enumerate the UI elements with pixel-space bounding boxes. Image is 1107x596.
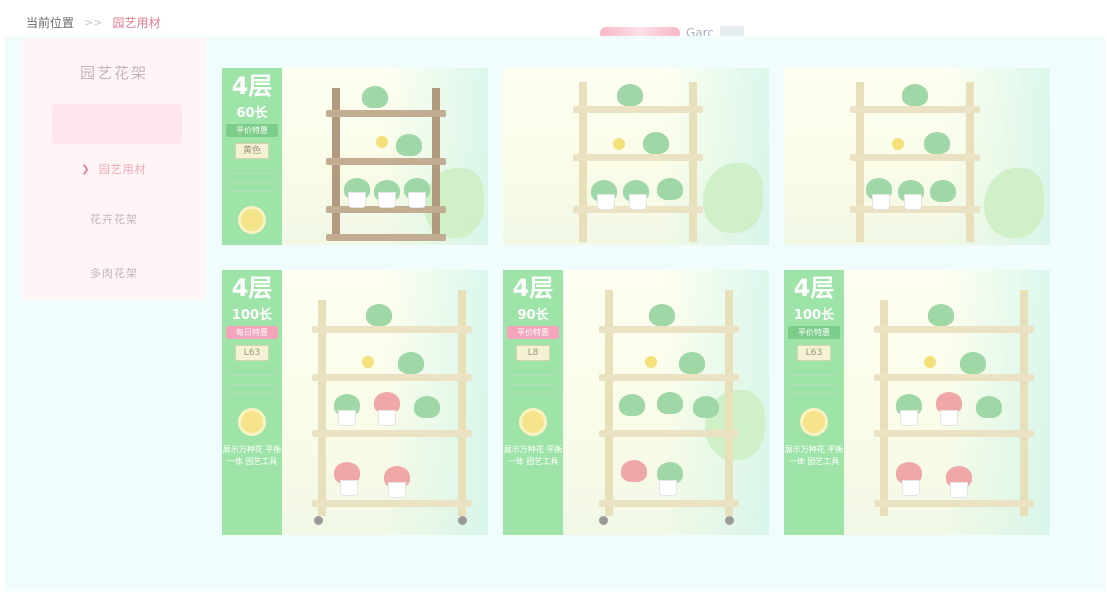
- promo-tag: 平价特惠: [507, 326, 559, 339]
- tier-count: 4层: [793, 274, 835, 302]
- product-card[interactable]: 4层 90长 平价特惠 L8 展示万种花 平衡一体 园艺工具: [503, 270, 769, 535]
- product-card[interactable]: 4层 60长 平价特惠 黄色: [222, 68, 488, 245]
- sidebar-item-succulent-stand[interactable]: 多肉花架: [22, 258, 206, 288]
- spec-list: [510, 367, 556, 396]
- shelf-illustration: [599, 290, 739, 526]
- promo-footer-text: 展示万种花 平衡一体 园艺工具: [784, 445, 844, 466]
- length-label: 90长: [517, 308, 549, 323]
- tier-count: 4层: [231, 72, 273, 100]
- breadcrumb-label: 当前位置: [26, 16, 75, 30]
- promo-banner: 4层 60长 平价特惠 黄色: [222, 68, 282, 245]
- spec-list: [791, 367, 837, 396]
- sun-icon: [238, 408, 266, 436]
- size-badge: L8: [516, 345, 550, 361]
- length-label: 100长: [231, 308, 273, 323]
- promo-footer-text: 展示万种花 平衡一体 园艺工具: [222, 445, 282, 466]
- product-card[interactable]: [503, 68, 769, 245]
- foliage: [703, 163, 763, 233]
- shelf-illustration: [326, 86, 446, 243]
- promo-tag: 平价特惠: [788, 326, 840, 339]
- shelf-illustration: [874, 290, 1034, 526]
- tier-count: 4层: [512, 274, 554, 302]
- sun-icon: [519, 408, 547, 436]
- category-sidebar: 园艺花架 ❯ 园艺用材 花卉花架 多肉花架: [22, 38, 206, 300]
- sidebar-banner: [52, 104, 182, 144]
- promo-tag: 平价特惠: [226, 124, 278, 137]
- length-label: 60长: [236, 106, 268, 121]
- product-card[interactable]: 4层 100长 平价特惠 L63 展示万种花 平衡一体 园艺工具: [784, 270, 1050, 535]
- sidebar-title: 园艺花架: [79, 64, 148, 82]
- spec-list: [229, 165, 275, 194]
- foliage: [984, 168, 1044, 238]
- breadcrumb-current[interactable]: 园艺用材: [112, 14, 160, 31]
- chevron-right-icon: ❯: [81, 163, 91, 175]
- sidebar-item-flower-stand[interactable]: 花卉花架: [22, 204, 206, 234]
- promo-banner: 4层 90长 平价特惠 L8 展示万种花 平衡一体 园艺工具: [503, 270, 563, 535]
- sidebar-item-label: 多肉花架: [90, 267, 138, 280]
- sidebar-item-label: 园艺用材: [98, 163, 147, 176]
- tier-count: 4层: [231, 274, 273, 302]
- product-card[interactable]: [784, 68, 1050, 245]
- spec-list: [229, 367, 275, 396]
- promo-footer-text: 展示万种花 平衡一体 园艺工具: [503, 445, 563, 466]
- size-badge: L63: [797, 345, 831, 361]
- shelf-illustration: [850, 82, 980, 242]
- sun-icon: [800, 408, 828, 436]
- color-badge: 黄色: [235, 143, 269, 159]
- shelf-illustration: [312, 290, 472, 526]
- promo-banner: 4层 100长 每日特惠 L63 展示万种花 平衡一体 园艺工具: [222, 270, 282, 535]
- promo-banner: 4层 100长 平价特惠 L63 展示万种花 平衡一体 园艺工具: [784, 270, 844, 535]
- breadcrumb: 当前位置 >> 园艺用材: [26, 14, 160, 31]
- sidebar-item-label: 花卉花架: [90, 213, 138, 226]
- shelf-illustration: [573, 82, 703, 242]
- sidebar-item-gardening-materials[interactable]: ❯ 园艺用材: [22, 154, 206, 184]
- size-badge: L63: [235, 345, 269, 361]
- sun-icon: [238, 206, 266, 234]
- length-label: 100长: [793, 308, 835, 323]
- product-card[interactable]: 4层 100长 每日特惠 L63 展示万种花 平衡一体 园艺工具: [222, 270, 488, 535]
- promo-tag: 每日特惠: [226, 326, 278, 339]
- breadcrumb-separator: >>: [84, 16, 103, 29]
